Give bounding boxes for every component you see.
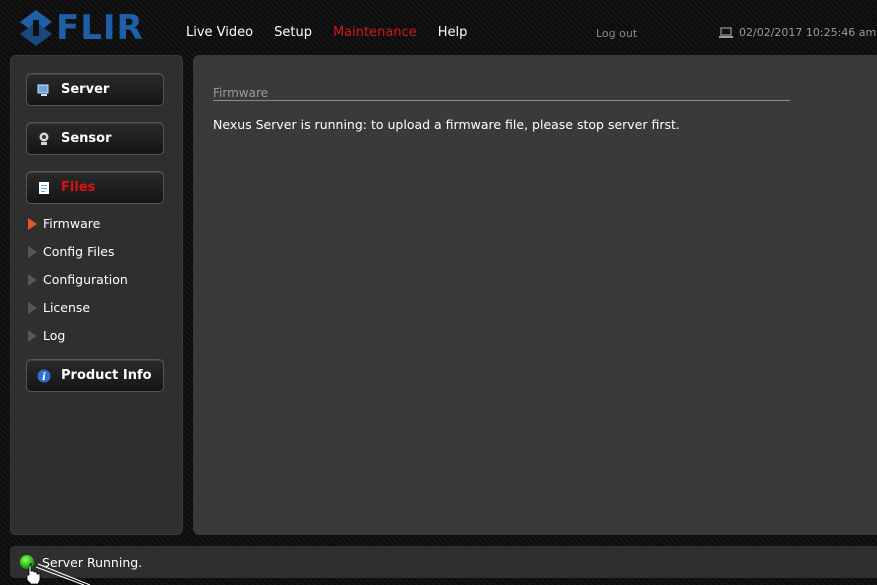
status-bar: Server Running. (10, 546, 877, 578)
section-title: Firmware (213, 86, 268, 100)
firmware-message: Nexus Server is running: to upload a fir… (213, 117, 680, 132)
datetime-display: 02/02/2017 10:25:46 am (718, 26, 876, 39)
logo-text: FLIR (56, 8, 144, 48)
app-window: FLIR Live Video Setup Maintenance Help L… (0, 0, 877, 585)
sidebar-item-license[interactable]: License (28, 300, 90, 315)
svg-text:i: i (42, 372, 46, 383)
sidebar: Server Sensor Files Firmware Config File… (10, 55, 183, 535)
arrow-icon (28, 301, 37, 314)
files-button-label: Files (61, 180, 96, 195)
arrow-icon (28, 245, 37, 258)
document-icon (37, 181, 51, 195)
files-button[interactable]: Files (26, 171, 164, 204)
sidebar-item-label: Configuration (43, 272, 128, 287)
arrow-icon (28, 273, 37, 286)
sidebar-item-label: Config Files (43, 244, 115, 259)
monitor-icon (37, 83, 51, 97)
flir-logo-icon (20, 10, 52, 46)
nav-setup[interactable]: Setup (274, 25, 312, 40)
sensor-button[interactable]: Sensor (26, 122, 164, 155)
product-info-button-label: Product Info (61, 368, 152, 383)
section-divider (213, 100, 790, 101)
sidebar-item-configuration[interactable]: Configuration (28, 272, 128, 287)
main-panel: Firmware Nexus Server is running: to upl… (193, 55, 877, 535)
sidebar-item-label: Log (43, 328, 66, 343)
sidebar-item-label: Firmware (43, 216, 101, 231)
server-button[interactable]: Server (26, 73, 164, 106)
flir-logo: FLIR (20, 8, 144, 48)
server-button-label: Server (61, 82, 110, 97)
datetime-text: 02/02/2017 10:25:46 am (739, 26, 877, 39)
nav-live-video[interactable]: Live Video (186, 25, 253, 40)
product-info-button[interactable]: i Product Info (26, 359, 164, 392)
top-bar: FLIR Live Video Setup Maintenance Help L… (0, 0, 877, 58)
sidebar-item-firmware[interactable]: Firmware (28, 216, 100, 231)
active-arrow-icon (28, 217, 37, 230)
laptop-icon (719, 26, 733, 38)
info-icon: i (37, 369, 51, 383)
arrow-icon (28, 329, 37, 342)
main-nav: Live Video Setup Maintenance Help (186, 25, 488, 40)
sensor-button-label: Sensor (61, 131, 112, 146)
sidebar-item-label: License (43, 300, 91, 315)
sidebar-item-log[interactable]: Log (28, 328, 65, 343)
camera-icon (37, 132, 51, 146)
sidebar-item-config-files[interactable]: Config Files (28, 244, 115, 259)
logout-link[interactable]: Log out (596, 27, 637, 40)
nav-help[interactable]: Help (438, 25, 468, 40)
nav-maintenance[interactable]: Maintenance (333, 25, 417, 40)
hand-cursor-icon (26, 562, 91, 585)
